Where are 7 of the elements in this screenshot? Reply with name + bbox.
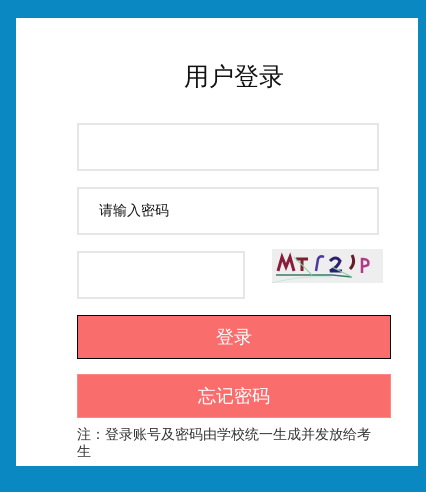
login-title: 用户登录 [183,61,285,93]
login-button[interactable]: 登录 [77,315,391,359]
captcha-field[interactable] [77,251,245,299]
login-note: 注：登录账号及密码由学校统一生成并发放给考生 [77,427,372,461]
username-field[interactable] [77,123,379,171]
forgot-password-button[interactable]: 忘记密码 [77,374,391,418]
password-field[interactable]: 请输入密码 [77,187,379,235]
